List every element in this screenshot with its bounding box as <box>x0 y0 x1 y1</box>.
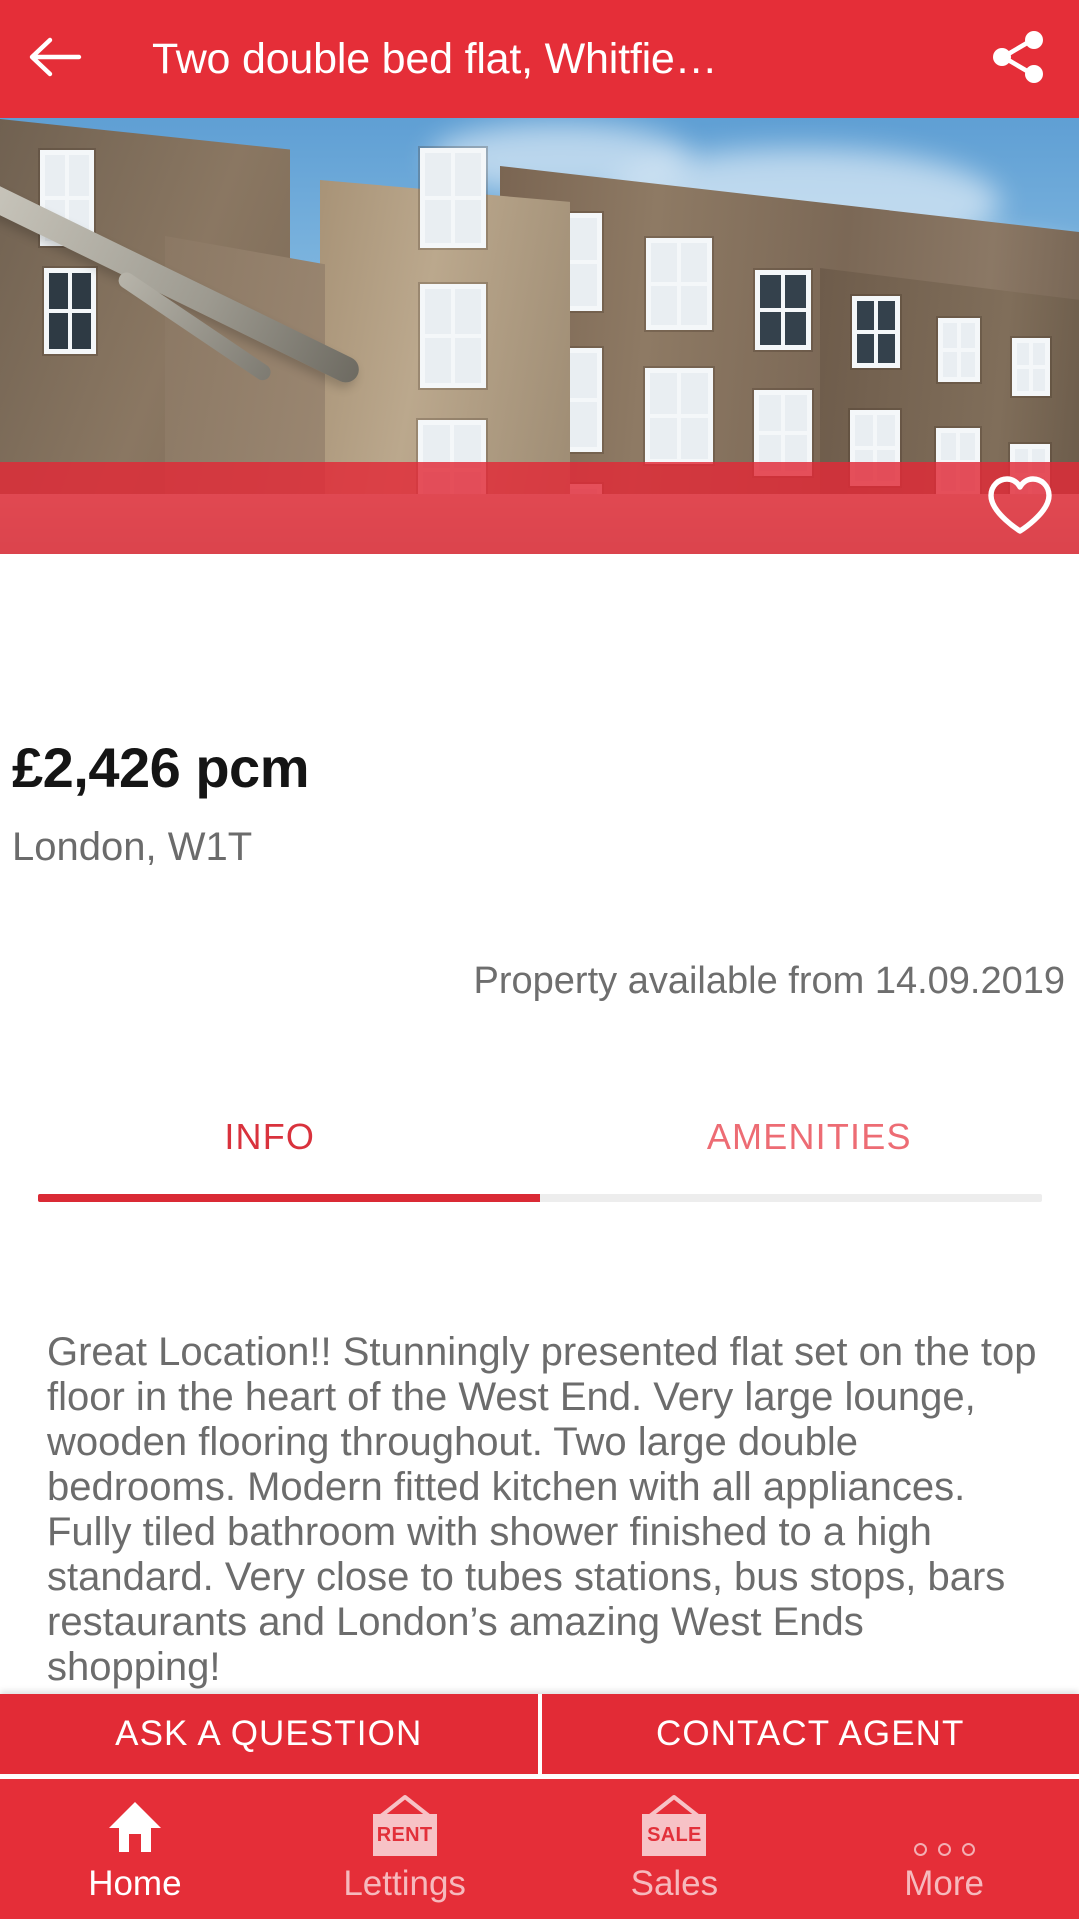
tab-indicator-track <box>38 1194 1042 1202</box>
contact-agent-button[interactable]: CONTACT AGENT <box>541 1694 1079 1774</box>
nav-label-lettings: Lettings <box>343 1864 466 1903</box>
window-shape <box>852 296 900 368</box>
property-detail-screen: Two double bed flat, Whitfie… £2,426 pcm… <box>0 0 1079 1919</box>
favourite-button[interactable] <box>961 462 1079 554</box>
locality-label: London, W1T <box>12 825 253 869</box>
nav-item-more[interactable]: More <box>809 1779 1079 1919</box>
heart-outline-icon <box>986 475 1054 542</box>
share-button[interactable] <box>959 0 1079 118</box>
back-button[interactable] <box>0 0 110 118</box>
tab-amenities[interactable]: AMENITIES <box>540 1100 1079 1158</box>
app-bar: Two double bed flat, Whitfie… <box>0 0 1079 118</box>
tab-indicator-fill <box>38 1194 540 1202</box>
share-icon <box>991 28 1047 91</box>
ask-a-question-button[interactable]: ASK A QUESTION <box>0 1694 538 1774</box>
window-shape <box>755 270 811 350</box>
back-arrow-icon <box>27 34 83 85</box>
nav-label-more: More <box>904 1864 984 1903</box>
action-bar: ASK A QUESTION CONTACT AGENT <box>0 1694 1079 1774</box>
tab-info[interactable]: INFO <box>0 1100 540 1158</box>
property-description: Great Location!! Stunningly presented fl… <box>47 1330 1037 1689</box>
nav-label-home: Home <box>88 1864 182 1903</box>
page-title: Two double bed flat, Whitfie… <box>152 34 718 83</box>
rent-sign-icon: RENT <box>372 1794 437 1856</box>
property-photo[interactable] <box>0 118 1079 554</box>
rent-sign-label: RENT <box>372 1814 437 1856</box>
nav-item-home[interactable]: Home <box>0 1779 270 1919</box>
sale-sign-icon: SALE <box>642 1794 707 1856</box>
window-shape <box>44 268 96 354</box>
bottom-navigation-bar: Home RENT Lettings SALE Sales More <box>0 1779 1079 1919</box>
window-shape <box>645 368 713 464</box>
window-shape <box>1012 338 1050 396</box>
availability-label: Property available from 14.09.2019 <box>473 960 1065 1002</box>
window-shape <box>420 284 486 388</box>
nav-item-sales[interactable]: SALE Sales <box>540 1779 810 1919</box>
photo-overlay-bar <box>0 462 1079 554</box>
window-shape <box>938 318 980 382</box>
window-shape <box>420 148 486 248</box>
dot-shape <box>961 1843 975 1856</box>
price-label: £2,426 pcm <box>12 736 309 799</box>
dot-shape <box>937 1843 951 1856</box>
nav-label-sales: Sales <box>630 1864 719 1903</box>
tab-bar: INFO AMENITIES <box>0 1100 1079 1220</box>
window-shape <box>646 238 712 330</box>
dot-shape <box>913 1843 927 1856</box>
home-icon <box>105 1794 165 1856</box>
nav-item-lettings[interactable]: RENT Lettings <box>270 1779 540 1919</box>
sale-sign-label: SALE <box>642 1814 707 1856</box>
more-dots-icon <box>913 1794 975 1856</box>
